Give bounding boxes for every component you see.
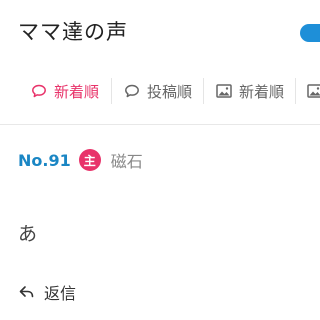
post-number[interactable]: No.91 bbox=[18, 151, 71, 170]
tab-label: 投稿順 bbox=[147, 82, 193, 101]
sort-tabs: 新着順 投稿順 新着順 bbox=[0, 70, 320, 112]
post-body: あ bbox=[18, 223, 38, 245]
tab-divider bbox=[111, 78, 112, 104]
tab-label: 新着順 bbox=[54, 82, 100, 101]
app-title: ママ達の声 bbox=[18, 20, 128, 44]
author-name: 磁石 bbox=[110, 152, 143, 171]
owner-badge: 主 bbox=[78, 149, 101, 171]
tab-images-more[interactable] bbox=[306, 70, 320, 112]
image-icon bbox=[215, 82, 233, 100]
header-toggle[interactable] bbox=[300, 24, 320, 42]
reply-arrow-icon bbox=[18, 283, 36, 301]
app-header: ママ達の声 bbox=[0, 0, 320, 60]
reply-label: 返信 bbox=[44, 284, 77, 303]
tab-divider bbox=[203, 78, 204, 104]
tab-new-images[interactable]: 新着順 bbox=[215, 70, 284, 112]
divider bbox=[0, 124, 320, 125]
image-icon bbox=[306, 82, 320, 100]
speech-bubble-icon bbox=[30, 82, 48, 100]
page: ママ達の声 新着順 投稿順 新着順 No.91 主 磁石 あ 返信 bbox=[0, 0, 320, 320]
post-header: No.91 主 磁石 bbox=[18, 146, 143, 174]
speech-bubble-icon bbox=[123, 82, 141, 100]
reply-button[interactable]: 返信 bbox=[18, 280, 76, 304]
tab-new-comments[interactable]: 新着順 bbox=[30, 70, 99, 112]
tab-label: 新着順 bbox=[239, 82, 285, 101]
tab-divider bbox=[295, 78, 296, 104]
tab-post-order[interactable]: 投稿順 bbox=[123, 70, 192, 112]
